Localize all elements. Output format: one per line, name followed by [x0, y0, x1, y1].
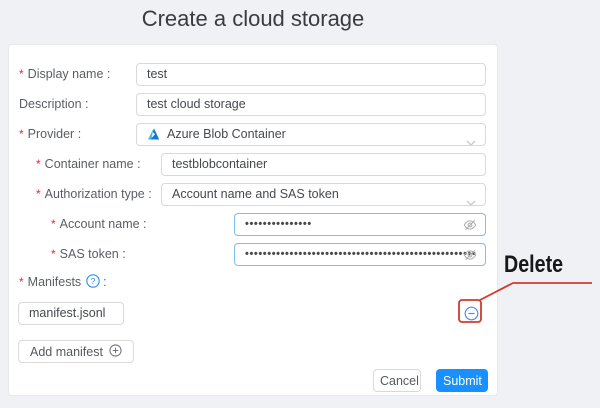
- authorization-type-row: * Authorization type : Account name and S…: [9, 183, 497, 206]
- create-cloud-storage-form: * Display name : test Description : test …: [8, 44, 498, 396]
- container-name-label-text: Container name :: [45, 157, 141, 171]
- display-name-input[interactable]: test: [136, 63, 486, 86]
- description-row: Description : test cloud storage: [9, 93, 497, 116]
- account-name-masked-value: •••••••••••••••: [245, 218, 312, 230]
- authorization-type-label: * Authorization type :: [36, 183, 152, 206]
- description-label-text: Description :: [19, 97, 88, 111]
- manifests-label: * Manifests?:: [19, 274, 107, 290]
- account-name-label: * Account name :: [51, 213, 147, 236]
- account-name-label-text: Account name :: [60, 217, 147, 231]
- description-input[interactable]: test cloud storage: [136, 93, 486, 116]
- description-label: Description :: [19, 93, 88, 116]
- required-asterisk: *: [51, 247, 56, 261]
- manifest-file-input[interactable]: manifest.jsonl: [18, 302, 124, 325]
- plus-circle-icon: [109, 344, 122, 360]
- cancel-button[interactable]: Cancel: [373, 369, 421, 392]
- provider-select[interactable]: Azure Blob Container: [136, 123, 486, 146]
- authorization-type-select[interactable]: Account name and SAS token: [161, 183, 486, 206]
- required-asterisk: *: [19, 67, 24, 81]
- manifests-label-text: Manifests: [28, 275, 82, 289]
- authorization-type-value: Account name and SAS token: [172, 187, 339, 201]
- add-manifest-button[interactable]: Add manifest: [18, 340, 134, 363]
- sas-token-label: * SAS token :: [51, 243, 126, 266]
- chevron-down-icon: [466, 132, 476, 146]
- container-name-label: * Container name :: [36, 153, 141, 176]
- submit-button[interactable]: Submit: [436, 369, 488, 392]
- sas-token-label-text: SAS token :: [60, 247, 126, 261]
- required-asterisk: *: [36, 187, 41, 201]
- required-asterisk: *: [19, 275, 24, 289]
- manifest-file-value: manifest.jsonl: [29, 306, 105, 320]
- page-title: Create a cloud storage: [8, 6, 498, 32]
- sas-token-input[interactable]: ••••••••••••••••••••••••••••••••••••••••…: [234, 243, 486, 266]
- required-asterisk: *: [36, 157, 41, 171]
- sas-token-masked-value: ••••••••••••••••••••••••••••••••••••••••…: [245, 248, 476, 260]
- container-name-input[interactable]: testblobcontainer: [161, 153, 486, 176]
- authorization-type-label-text: Authorization type :: [45, 187, 152, 201]
- manifests-label-colon: :: [103, 275, 106, 289]
- eye-invisible-icon[interactable]: [463, 218, 477, 236]
- chevron-down-icon: [466, 192, 476, 206]
- description-value: test cloud storage: [147, 97, 246, 111]
- account-name-row: * Account name : •••••••••••••••: [9, 213, 497, 236]
- minus-circle-icon: [464, 309, 479, 324]
- container-name-row: * Container name : testblobcontainer: [9, 153, 497, 176]
- provider-label: * Provider :: [19, 123, 81, 146]
- delete-annotation-label: Delete: [504, 251, 579, 279]
- azure-logo-icon: [147, 126, 160, 146]
- display-name-label: * Display name :: [19, 63, 110, 86]
- container-name-value: testblobcontainer: [172, 157, 267, 171]
- sas-token-row: * SAS token : •••••••••••••••••••••••••••…: [9, 243, 497, 266]
- display-name-label-text: Display name :: [28, 67, 111, 81]
- remove-manifest-button[interactable]: [463, 305, 479, 321]
- question-circle-icon[interactable]: ?: [86, 274, 100, 291]
- add-manifest-label: Add manifest: [30, 345, 103, 359]
- provider-value: Azure Blob Container: [167, 127, 286, 141]
- display-name-value: test: [147, 67, 167, 81]
- required-asterisk: *: [51, 217, 56, 231]
- provider-label-text: Provider :: [28, 127, 82, 141]
- account-name-input[interactable]: •••••••••••••••: [234, 213, 486, 236]
- required-asterisk: *: [19, 127, 24, 141]
- provider-row: * Provider : Azure Blob Container: [9, 123, 497, 146]
- svg-text:?: ?: [91, 276, 96, 286]
- display-name-row: * Display name : test: [9, 63, 497, 86]
- eye-invisible-icon[interactable]: [463, 248, 477, 266]
